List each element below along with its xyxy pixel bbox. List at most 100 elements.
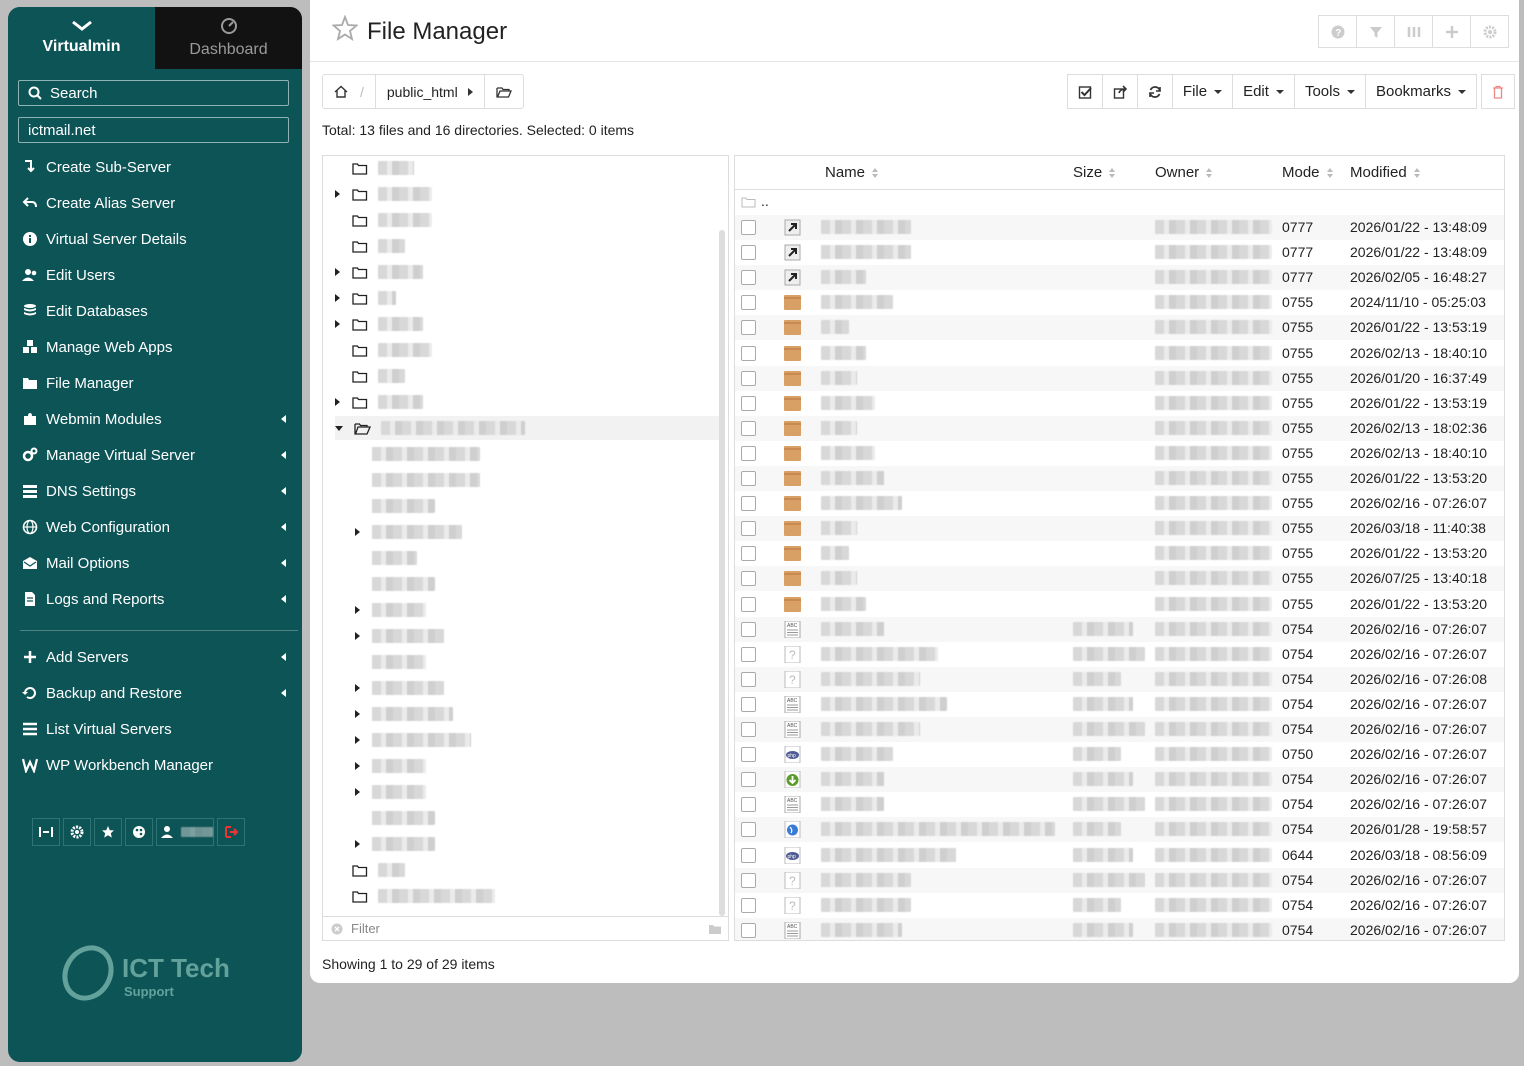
col-mode-header[interactable]: Mode [1282,164,1333,181]
table-row[interactable]: 0755 2026/01/22 - 13:53:20 [735,466,1504,491]
search-input[interactable]: Search [18,80,289,106]
row-checkbox[interactable] [741,471,756,486]
table-row[interactable]: 0755 2026/07/25 - 13:40:18 [735,566,1504,592]
file-name-redacted[interactable] [821,722,920,736]
table-row[interactable]: ? 0754 2026/02/16 - 07:26:07 [735,641,1504,667]
file-name-redacted[interactable] [821,621,884,636]
table-row[interactable]: ABC 0754 2026/02/16 - 07:26:07 [735,917,1504,940]
bookmarks-menu-button[interactable]: Bookmarks [1364,74,1477,109]
sidebar-item-edit-users[interactable]: Edit Users [22,262,292,288]
row-checkbox[interactable] [741,370,756,386]
col-size-header[interactable]: Size [1073,164,1116,181]
row-checkbox[interactable] [741,621,756,637]
table-row[interactable]: 0755 2026/01/20 - 16:37:49 [735,365,1504,391]
row-checkbox[interactable] [741,345,756,361]
tree-node[interactable] [355,494,435,518]
tree-node[interactable] [335,416,725,440]
file-name-redacted[interactable] [821,747,893,762]
filter-button[interactable] [1356,15,1395,48]
table-row[interactable]: ? 0754 2026/02/16 - 07:26:07 [735,867,1504,893]
row-checkbox[interactable] [741,696,756,712]
tree-node[interactable] [335,364,405,388]
file-name-redacted[interactable] [821,646,938,661]
table-row[interactable]: 0777 2026/02/05 - 16:48:27 [735,265,1504,291]
tree-node[interactable] [335,208,432,232]
table-row[interactable]: 0755 2026/02/13 - 18:40:10 [735,340,1504,366]
expand-caret-icon[interactable] [335,398,340,406]
tree-node[interactable] [355,624,444,648]
file-name-redacted[interactable] [821,797,884,812]
table-row[interactable]: 0777 2026/01/22 - 13:48:09 [735,215,1504,240]
sidebar-item-list-virtual-servers[interactable]: List Virtual Servers [22,716,292,742]
row-checkbox[interactable] [741,220,756,235]
tree-scrollbar[interactable] [719,230,725,916]
logout-button[interactable] [217,818,245,846]
file-name-redacted[interactable] [821,696,947,711]
favorite-star-icon[interactable] [332,15,358,41]
row-checkbox[interactable] [741,521,756,537]
row-checkbox[interactable] [741,571,756,587]
file-name-redacted[interactable] [821,220,911,234]
expand-caret-icon[interactable] [335,190,340,198]
table-row[interactable]: php 0644 2026/03/18 - 08:56:09 [735,842,1504,868]
domain-selector[interactable]: ictmail.net [18,117,289,143]
row-checkbox[interactable] [741,872,756,888]
table-row[interactable]: 0755 2026/01/22 - 13:53:19 [735,315,1504,341]
sidebar-item-wp-workbench-manager[interactable]: WP Workbench Manager [22,752,292,778]
settings-button[interactable] [63,818,91,846]
row-checkbox[interactable] [741,646,756,662]
tab-dashboard[interactable]: Dashboard [155,7,302,69]
expand-caret-icon[interactable] [355,632,360,640]
share-button[interactable] [1101,74,1138,109]
tools-menu-button[interactable]: Tools [1293,74,1366,109]
breadcrumb-folder[interactable]: public_html [376,75,485,108]
expand-caret-icon[interactable] [335,320,340,328]
row-checkbox[interactable] [741,797,756,813]
tree-node[interactable] [335,234,405,258]
col-modified-header[interactable]: Modified [1350,164,1420,181]
table-row[interactable]: 0755 2026/01/22 - 13:53:19 [735,390,1504,416]
row-checkbox[interactable] [741,722,756,737]
row-checkbox[interactable] [741,270,756,286]
table-row[interactable]: 0754 2026/02/16 - 07:26:07 [735,767,1504,793]
row-checkbox[interactable] [741,395,756,411]
sidebar-item-virtual-server-details[interactable]: Virtual Server Details [22,226,292,252]
expand-caret-icon[interactable] [355,710,360,718]
file-name-redacted[interactable] [821,596,866,611]
select-all-button[interactable] [1066,74,1103,109]
file-name-redacted[interactable] [821,370,857,385]
file-name-redacted[interactable] [821,546,849,561]
expand-caret-icon[interactable] [355,684,360,692]
tree-node[interactable] [355,546,417,570]
expand-caret-icon[interactable] [335,294,340,302]
row-checkbox[interactable] [741,320,756,336]
tree-filter-input[interactable]: Filter [323,916,728,940]
tree-node[interactable] [355,676,444,700]
file-name-redacted[interactable] [821,445,875,460]
tree-node[interactable] [355,650,426,674]
table-row[interactable]: php 0750 2026/02/16 - 07:26:07 [735,742,1504,768]
row-checkbox[interactable] [741,822,756,838]
file-name-redacted[interactable] [821,922,902,937]
file-name-redacted[interactable] [821,295,893,310]
table-row[interactable]: ABC 0754 2026/02/16 - 07:26:07 [735,717,1504,742]
delete-button[interactable] [1481,74,1515,109]
tree-node[interactable] [335,390,423,414]
row-checkbox[interactable] [741,847,756,863]
sidebar-item-create-alias-server[interactable]: Create Alias Server [22,190,292,216]
tree-node[interactable] [335,338,432,362]
table-row[interactable]: 0755 2024/11/10 - 05:25:03 [735,290,1504,316]
tree-node[interactable] [335,858,405,882]
file-menu-button[interactable]: File [1171,74,1234,109]
file-name-redacted[interactable] [821,521,857,536]
tree-node[interactable] [335,286,396,310]
file-name-redacted[interactable] [821,471,884,485]
collapse-caret-icon[interactable] [335,425,343,431]
tree-node[interactable] [335,884,495,908]
file-name-redacted[interactable] [821,847,956,862]
tree-node[interactable] [335,182,432,206]
sidebar-item-web-configuration[interactable]: Web Configuration [22,514,292,540]
tree-node[interactable] [355,780,426,804]
sidebar-item-edit-databases[interactable]: Edit Databases [22,298,292,324]
row-checkbox[interactable] [741,747,756,763]
